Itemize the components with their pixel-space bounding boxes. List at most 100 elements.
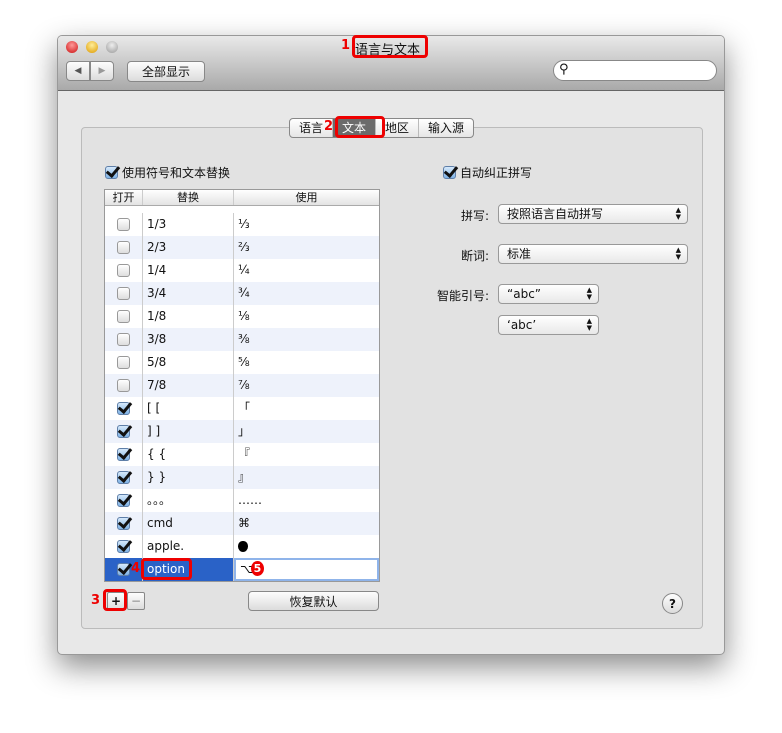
annotation-box-4 — [141, 558, 192, 580]
updown-arrows-icon: ▲ ▼ — [675, 246, 681, 261]
table-row[interactable]: cmd ⌘ — [105, 512, 379, 535]
row-toggle[interactable] — [105, 489, 143, 512]
annotation-box-3 — [103, 589, 127, 611]
replace-cell: 1/3 — [143, 213, 234, 236]
with-cell: ⌘ — [238, 516, 250, 530]
table-row[interactable]: 1/4 ¼ — [105, 259, 379, 282]
with-cell: ⅞ — [238, 378, 250, 392]
table-row[interactable]: { { 『 — [105, 443, 379, 466]
forward-button[interactable]: ▶ — [90, 61, 114, 81]
replace-cell: ] ] — [143, 420, 234, 443]
row-toggle[interactable] — [105, 374, 143, 397]
enable-substitution-checkbox[interactable] — [105, 166, 118, 179]
table-row[interactable]: 1/8 ⅛ — [105, 305, 379, 328]
zoom-button[interactable] — [106, 41, 118, 53]
row-checkbox[interactable] — [117, 333, 130, 346]
row-toggle[interactable] — [105, 466, 143, 489]
row-checkbox[interactable] — [117, 379, 130, 392]
replace-cell: } } — [143, 466, 234, 489]
with-cell: 「 — [238, 401, 251, 415]
annotation-4: 4 — [131, 561, 141, 576]
search-icon: ⚲ — [559, 62, 569, 77]
minimize-button[interactable] — [86, 41, 98, 53]
table-row[interactable]: apple. — [105, 535, 379, 558]
updown-arrows-icon: ▲ ▼ — [586, 286, 592, 301]
row-checkbox[interactable] — [117, 563, 130, 576]
single-quote-value: ‘abc’ — [507, 318, 537, 332]
table-row[interactable]: 7/8 ⅞ — [105, 374, 379, 397]
row-toggle[interactable] — [105, 397, 143, 420]
wordbreak-label: 断词: — [460, 249, 489, 263]
annotation-5: 5 — [251, 561, 264, 576]
row-checkbox[interactable] — [117, 264, 130, 277]
row-checkbox[interactable] — [117, 471, 130, 484]
spelling-popup[interactable]: 按照语言自动拼写 ▲ ▼ — [498, 204, 688, 224]
wordbreak-value: 标准 — [507, 247, 532, 261]
row-toggle[interactable] — [105, 535, 143, 558]
row-toggle[interactable] — [105, 213, 143, 236]
replace-cell: apple. — [143, 535, 234, 558]
row-toggle[interactable] — [105, 420, 143, 443]
autocorrect-label: 自动纠正拼写 — [460, 166, 533, 180]
with-cell: ⅔ — [238, 240, 250, 254]
column-with[interactable]: 使用 — [234, 190, 379, 205]
row-toggle[interactable] — [105, 328, 143, 351]
table-row[interactable]: } } 』 — [105, 466, 379, 489]
table-row[interactable]: 5/8 ⅝ — [105, 351, 379, 374]
replace-cell: 7/8 — [143, 374, 234, 397]
row-checkbox[interactable] — [117, 218, 130, 231]
replace-cell: 3/4 — [143, 282, 234, 305]
row-checkbox[interactable] — [117, 402, 130, 415]
replace-cell: cmd — [143, 512, 234, 535]
row-checkbox[interactable] — [117, 517, 130, 530]
with-cell: ⅝ — [238, 355, 250, 369]
help-button[interactable]: ? — [662, 593, 683, 614]
row-checkbox[interactable] — [117, 494, 130, 507]
row-checkbox[interactable] — [117, 356, 130, 369]
table-row[interactable]: 1/3 ⅓ — [105, 213, 379, 236]
remove-button[interactable]: − — [127, 592, 145, 610]
enable-substitution[interactable]: 使用符号和文本替换 — [105, 164, 230, 181]
row-checkbox[interactable] — [117, 540, 130, 553]
close-button[interactable] — [66, 41, 78, 53]
row-toggle[interactable] — [105, 443, 143, 466]
table-row[interactable]: 3/4 ¾ — [105, 282, 379, 305]
single-quote-popup[interactable]: ‘abc’ ▲ ▼ — [498, 315, 599, 335]
row-toggle[interactable] — [105, 259, 143, 282]
substitution-table: 打开 替换 使用 1/3 ⅓ 2/3 ⅔ 1/4 ¼ 3/4 ¾ 1/8 ⅛ 3/8 ⅜ 5… — [104, 189, 380, 582]
table-row[interactable]: 。。。 …… — [105, 489, 379, 512]
autocorrect-checkbox[interactable] — [443, 166, 456, 179]
row-checkbox[interactable] — [117, 241, 130, 254]
row-toggle[interactable] — [105, 512, 143, 535]
tab-input-sources[interactable]: 输入源 — [419, 119, 473, 137]
row-toggle[interactable] — [105, 305, 143, 328]
updown-arrows-icon: ▲ ▼ — [586, 317, 592, 332]
row-toggle[interactable] — [105, 236, 143, 259]
column-on[interactable]: 打开 — [105, 190, 143, 205]
with-cell: ⅓ — [238, 217, 250, 231]
smart-quotes-label: 智能引号: — [436, 289, 489, 303]
column-replace[interactable]: 替换 — [143, 190, 234, 205]
table-row[interactable]: 3/8 ⅜ — [105, 328, 379, 351]
annotation-1: 1 — [341, 38, 351, 53]
restore-defaults-button[interactable]: 恢复默认 — [248, 591, 379, 611]
table-row[interactable]: [ [ 「 — [105, 397, 379, 420]
row-checkbox[interactable] — [117, 287, 130, 300]
table-row[interactable]: ] ] 」 — [105, 420, 379, 443]
row-checkbox[interactable] — [117, 425, 130, 438]
annotation-3: 3 — [91, 593, 101, 608]
table-row[interactable]: 2/3 ⅔ — [105, 236, 379, 259]
enable-substitution-label: 使用符号和文本替换 — [122, 166, 231, 180]
row-toggle[interactable] — [105, 282, 143, 305]
row-checkbox[interactable] — [117, 310, 130, 323]
annotation-2: 2 — [324, 119, 334, 134]
double-quote-popup[interactable]: “abc” ▲ ▼ — [498, 284, 599, 304]
row-checkbox[interactable] — [117, 448, 130, 461]
search-input[interactable]: ⚲ — [553, 60, 717, 81]
show-all-button[interactable]: 全部显示 — [127, 61, 205, 82]
replace-cell: [ [ — [143, 397, 234, 420]
autocorrect-spelling[interactable]: 自动纠正拼写 — [443, 164, 532, 181]
row-toggle[interactable] — [105, 351, 143, 374]
back-button[interactable]: ◀ — [66, 61, 90, 81]
wordbreak-popup[interactable]: 标准 ▲ ▼ — [498, 244, 688, 264]
